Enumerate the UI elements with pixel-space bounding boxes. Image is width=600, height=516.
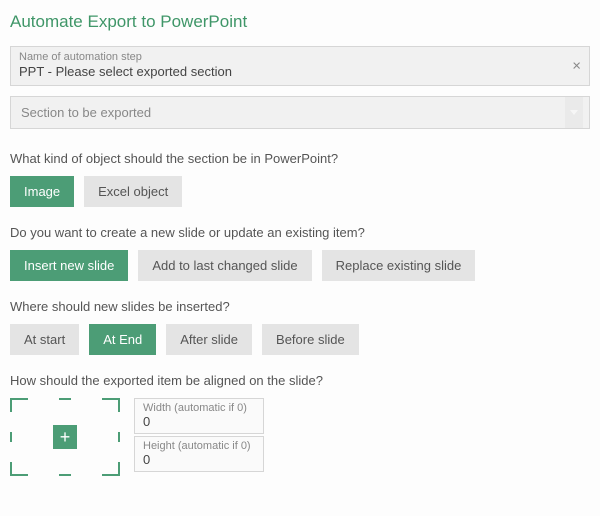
clear-icon[interactable]: × [572, 58, 581, 75]
height-label: Height (automatic if 0) [143, 440, 255, 452]
option-excel-object[interactable]: Excel object [84, 176, 182, 207]
question-insert-position: Where should new slides be inserted? [10, 299, 590, 314]
tick-top-icon [59, 398, 71, 400]
option-at-start[interactable]: At start [10, 324, 79, 355]
section-dropdown[interactable]: Section to be exported [10, 96, 590, 129]
option-add-last-changed[interactable]: Add to last changed slide [138, 250, 311, 281]
option-insert-new-slide[interactable]: Insert new slide [10, 250, 128, 281]
tick-bottom-icon [59, 474, 71, 476]
height-input[interactable] [143, 452, 255, 467]
section-dropdown-placeholder: Section to be exported [21, 105, 151, 120]
alignment-center-button[interactable]: + [53, 425, 77, 449]
name-field[interactable]: Name of automation step × [10, 46, 590, 86]
question-alignment: How should the exported item be aligned … [10, 373, 590, 388]
alignment-picker[interactable]: + [10, 398, 120, 476]
option-at-end[interactable]: At End [89, 324, 156, 355]
width-label: Width (automatic if 0) [143, 402, 255, 414]
corner-tr-icon [102, 398, 120, 412]
width-input[interactable] [143, 414, 255, 429]
question-slide-action: Do you want to create a new slide or upd… [10, 225, 590, 240]
corner-bl-icon [10, 462, 28, 476]
width-field[interactable]: Width (automatic if 0) [134, 398, 264, 434]
dialog-title: Automate Export to PowerPoint [10, 12, 590, 32]
option-after-slide[interactable]: After slide [166, 324, 252, 355]
corner-br-icon [102, 462, 120, 476]
name-field-label: Name of automation step [19, 51, 581, 63]
height-field[interactable]: Height (automatic if 0) [134, 436, 264, 472]
plus-icon: + [60, 428, 71, 446]
tick-left-icon [10, 432, 12, 442]
corner-tl-icon [10, 398, 28, 412]
option-before-slide[interactable]: Before slide [262, 324, 359, 355]
name-input[interactable] [19, 64, 581, 79]
chevron-down-icon [565, 97, 583, 128]
option-replace-existing[interactable]: Replace existing slide [322, 250, 476, 281]
question-object-kind: What kind of object should the section b… [10, 151, 590, 166]
tick-right-icon [118, 432, 120, 442]
option-image[interactable]: Image [10, 176, 74, 207]
